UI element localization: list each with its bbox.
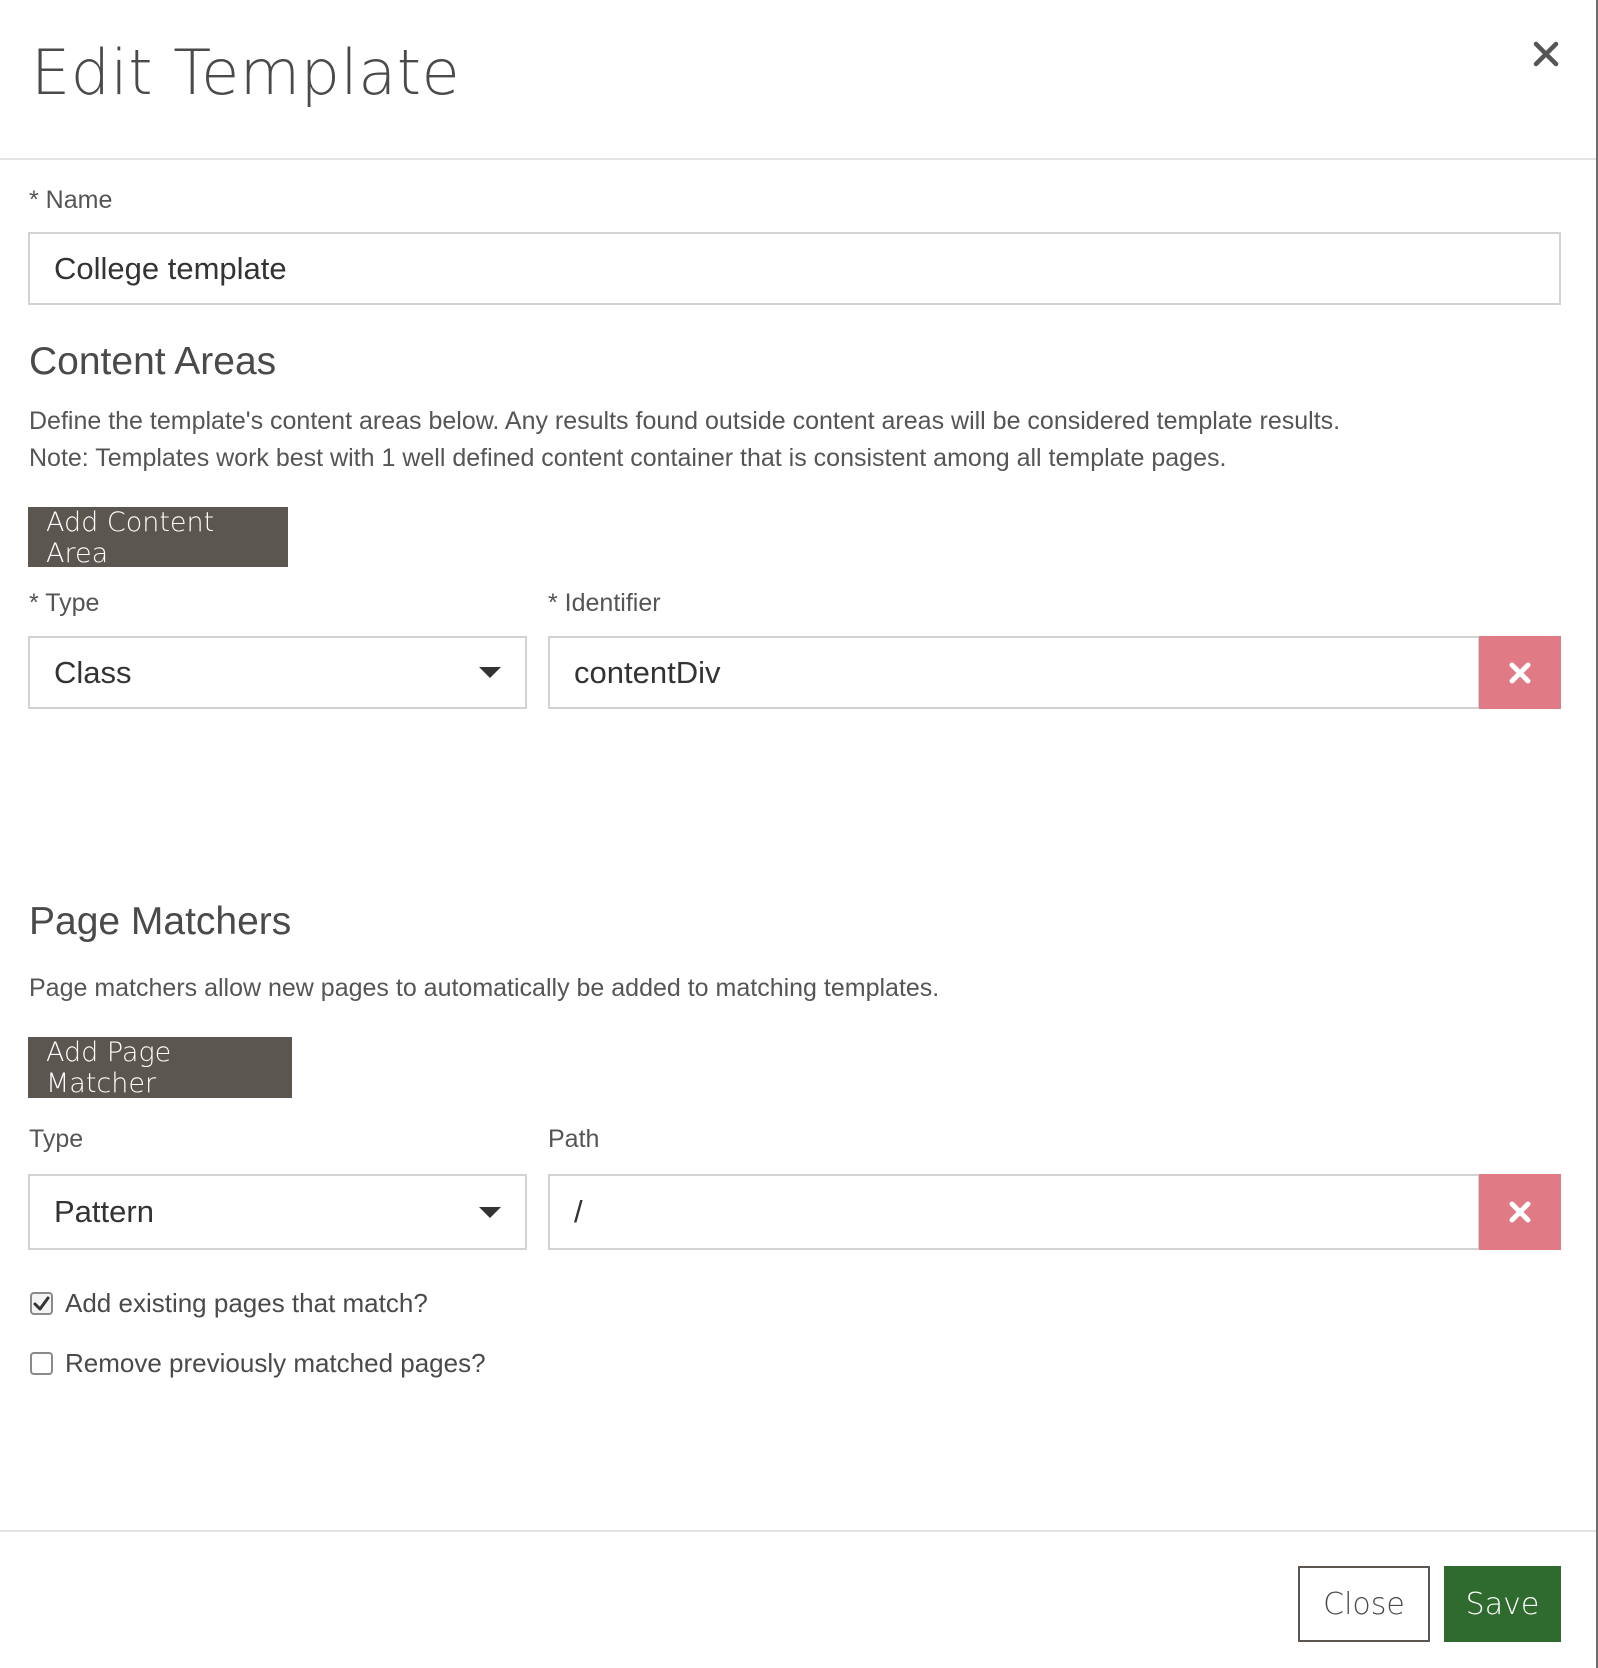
remove-content-area-button[interactable] (1479, 636, 1561, 709)
content-area-type-select[interactable]: Class (28, 636, 527, 709)
page-matcher-type-select[interactable]: Pattern (28, 1174, 527, 1250)
checkbox-checked-icon[interactable] (30, 1292, 53, 1315)
content-areas-title: Content Areas (29, 340, 277, 383)
close-button[interactable]: Close (1298, 1566, 1430, 1642)
content-area-identifier-input[interactable] (548, 636, 1480, 709)
content-area-identifier-label: * Identifier (548, 589, 661, 617)
name-label: * Name (29, 186, 113, 214)
add-content-area-button[interactable]: Add Content Area (28, 507, 288, 569)
chevron-down-icon (479, 1206, 501, 1218)
page-matcher-path-input[interactable] (548, 1174, 1480, 1250)
checkbox-unchecked-icon[interactable] (30, 1352, 53, 1375)
remove-icon (1509, 1201, 1531, 1223)
modal-title: Edit Template (31, 36, 461, 109)
remove-matched-pages-label: Remove previously matched pages? (65, 1348, 486, 1378)
add-page-matcher-button[interactable]: Add Page Matcher (28, 1037, 292, 1099)
add-existing-pages-checkbox[interactable]: Add existing pages that match? (30, 1288, 428, 1319)
page-matcher-path-label: Path (548, 1125, 600, 1153)
save-button[interactable]: Save (1444, 1566, 1561, 1642)
add-existing-pages-label: Add existing pages that match? (65, 1288, 428, 1318)
modal-header: Edit Template (0, 0, 1596, 160)
page-matchers-description: Page matchers allow new pages to automat… (29, 974, 940, 1002)
remove-matched-pages-checkbox[interactable]: Remove previously matched pages? (30, 1348, 486, 1379)
page-matcher-type-value: Pattern (54, 1194, 154, 1229)
content-areas-description-2: Note: Templates work best with 1 well de… (29, 444, 1227, 472)
chevron-down-icon (479, 667, 501, 678)
close-icon[interactable] (1530, 34, 1562, 74)
name-input[interactable] (28, 232, 1561, 305)
remove-page-matcher-button[interactable] (1479, 1174, 1561, 1250)
page-matcher-type-label: Type (29, 1125, 84, 1153)
content-areas-description-1: Define the template's content areas belo… (29, 407, 1341, 435)
page-matchers-title: Page Matchers (29, 900, 292, 943)
modal-footer: Close Save (0, 1530, 1596, 1668)
content-area-type-label: * Type (29, 589, 100, 617)
remove-icon (1509, 662, 1531, 683)
content-area-type-value: Class (54, 654, 132, 690)
edit-template-modal: Edit Template * Name Content Areas Defin… (0, 0, 1596, 1668)
